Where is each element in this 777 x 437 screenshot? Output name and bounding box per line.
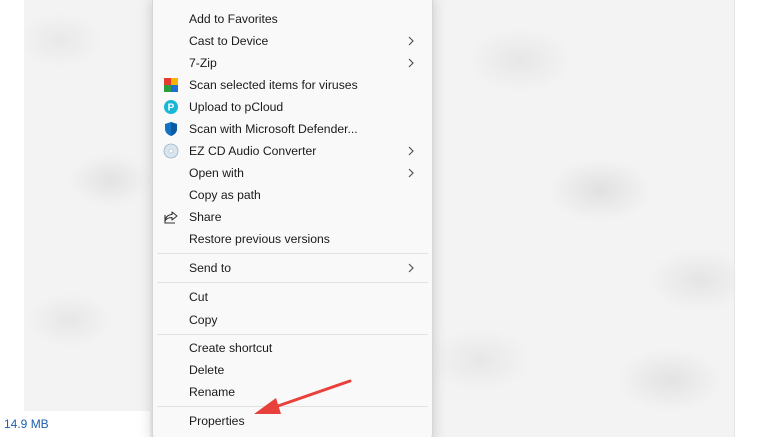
menu-item-label: EZ CD Audio Converter [189, 144, 317, 158]
menu-item-ez-cd[interactable]: EZ CD Audio Converter [157, 140, 428, 162]
menu-separator [157, 282, 428, 283]
menu-separator [157, 406, 428, 407]
svg-text:P: P [168, 103, 175, 114]
menu-item-scan-defender[interactable]: Scan with Microsoft Defender... [157, 118, 428, 140]
menu-item-label: Open with [189, 166, 244, 180]
chevron-right-icon [408, 168, 414, 178]
menu-item-cast-to-device[interactable]: Cast to Device [157, 30, 428, 52]
menu-item-upload-pcloud[interactable]: P Upload to pCloud [157, 96, 428, 118]
menu-item-open-with[interactable]: Open with [157, 162, 428, 184]
menu-item-label: Cast to Device [189, 34, 269, 48]
menu-item-label: Share [189, 210, 222, 224]
context-menu: Add to Favorites Cast to Device 7-Zip Sc… [152, 0, 433, 437]
menu-separator [157, 334, 428, 335]
menu-item-restore-versions[interactable]: Restore previous versions [157, 228, 428, 250]
menu-item-label: Add to Favorites [189, 12, 278, 26]
menu-item-send-to[interactable]: Send to [157, 257, 428, 279]
left-pane [0, 0, 24, 412]
menu-item-copy[interactable]: Copy [157, 309, 428, 331]
menu-item-label: Restore previous versions [189, 232, 330, 246]
menu-item-label: Scan selected items for viruses [189, 78, 358, 92]
menu-item-label: Send to [189, 261, 232, 275]
menu-item-7zip[interactable]: 7-Zip [157, 52, 428, 74]
menu-separator [157, 253, 428, 254]
chevron-right-icon [408, 58, 414, 68]
menu-item-label: Create shortcut [189, 341, 273, 355]
menu-item-label: Copy [189, 313, 218, 327]
cd-icon [163, 143, 179, 159]
menu-item-create-shortcut[interactable]: Create shortcut [157, 337, 428, 359]
pcloud-icon: P [163, 99, 179, 115]
menu-item-label: Delete [189, 363, 225, 377]
file-explorer-screen: 14.9 MB Add to Favorites Cast to Device … [0, 0, 777, 437]
menu-item-scan-viruses[interactable]: Scan selected items for viruses [157, 74, 428, 96]
menu-item-label: Copy as path [189, 188, 261, 202]
right-pane [734, 0, 777, 437]
menu-item-label: Scan with Microsoft Defender... [189, 122, 358, 136]
menu-item-label: Properties [189, 414, 245, 428]
status-size: 14.9 MB [4, 417, 49, 431]
menu-item-label: Cut [189, 290, 208, 304]
chevron-right-icon [408, 36, 414, 46]
menu-item-rename[interactable]: Rename [157, 381, 428, 403]
menu-item-properties[interactable]: Properties [157, 410, 428, 432]
chevron-right-icon [408, 263, 414, 273]
menu-item-delete[interactable]: Delete [157, 359, 428, 381]
share-icon [163, 209, 179, 225]
defender-shield-icon [163, 121, 179, 137]
menu-item-cut[interactable]: Cut [157, 286, 428, 308]
avg-shield-icon [163, 77, 179, 93]
menu-item-label: 7-Zip [189, 56, 217, 70]
menu-item-label: Rename [189, 385, 236, 399]
chevron-right-icon [408, 146, 414, 156]
menu-item-label: Upload to pCloud [189, 100, 284, 114]
menu-item-add-to-favorites[interactable]: Add to Favorites [157, 8, 428, 30]
menu-item-share[interactable]: Share [157, 206, 428, 228]
status-bar: 14.9 MB [0, 411, 150, 437]
menu-item-copy-as-path[interactable]: Copy as path [157, 184, 428, 206]
